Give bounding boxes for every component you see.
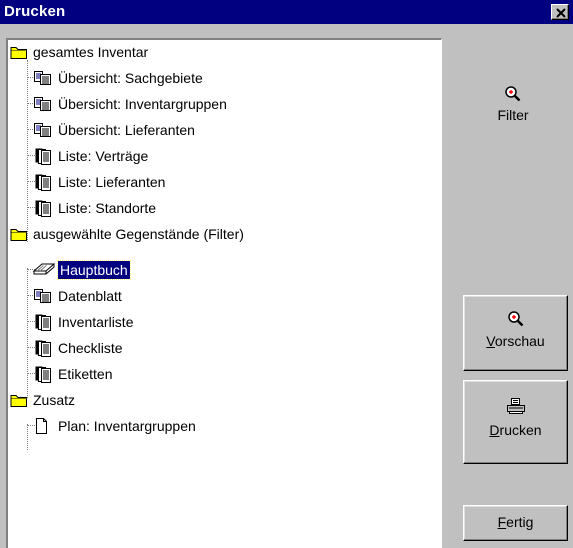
tree-item[interactable]: Checkliste <box>32 338 125 358</box>
page-icon <box>32 417 50 435</box>
tree-item-label: Datenblatt <box>58 288 122 304</box>
tree-item-label: Zusatz <box>33 392 76 408</box>
folder-icon <box>10 44 28 60</box>
filter-button[interactable]: Filter <box>478 84 548 123</box>
title-bar[interactable]: Drucken <box>0 0 573 24</box>
preview-label: Vorschau <box>464 333 567 349</box>
tree-item[interactable]: Liste: Lieferanten <box>32 172 167 192</box>
tree-item[interactable]: Inventarliste <box>32 312 135 332</box>
tree-item-label: Etiketten <box>58 366 113 382</box>
done-label: Fertig <box>498 514 534 530</box>
tree-folder-zusatz[interactable]: Zusatz <box>10 390 77 410</box>
report-icon <box>32 288 54 304</box>
tree-item-label: Übersicht: Sachgebiete <box>58 70 203 86</box>
tree-item[interactable]: Übersicht: Lieferanten <box>32 120 197 140</box>
tree-item-selected[interactable]: Hauptbuch <box>32 260 131 280</box>
preview-label-text: orschau <box>494 333 545 349</box>
tree-folder-ausgewaehlte-gegenstaende[interactable]: ausgewählte Gegenstände (Filter) <box>10 224 246 244</box>
tree-item[interactable]: Etiketten <box>32 364 114 384</box>
tree-item[interactable]: Plan: Inventargruppen <box>32 416 198 436</box>
tree-item[interactable]: Übersicht: Inventargruppen <box>32 94 229 114</box>
tree-item-label: Hauptbuch <box>57 260 131 280</box>
list-icon <box>32 199 54 217</box>
print-label-text: rucken <box>499 422 542 438</box>
tree-item[interactable]: Liste: Verträge <box>32 146 150 166</box>
report-icon <box>32 70 54 86</box>
book-icon <box>32 262 56 278</box>
done-label-text: ertig <box>506 514 534 530</box>
print-label: Drucken <box>464 422 567 438</box>
window-title: Drucken <box>4 3 66 20</box>
folder-icon <box>10 392 28 408</box>
tree-item-label: Liste: Standorte <box>58 200 157 216</box>
filter-label: Filter <box>497 107 529 123</box>
tree-item-label: Checkliste <box>58 340 123 356</box>
close-icon <box>556 8 566 18</box>
tree-item-label: Inventarliste <box>58 314 134 330</box>
tree-item-label: Plan: Inventargruppen <box>58 418 196 434</box>
list-icon <box>32 339 54 357</box>
magnifier-icon <box>506 309 526 329</box>
folder-icon <box>10 226 28 242</box>
print-mnemonic: D <box>489 422 500 438</box>
preview-button[interactable]: Vorschau <box>463 295 568 371</box>
list-icon <box>32 173 54 191</box>
tree-item-label: ausgewählte Gegenstände (Filter) <box>33 226 244 242</box>
done-mnemonic: F <box>497 514 507 530</box>
print-dialog: Drucken gesamtes Inventar Übersicht: Sac… <box>0 0 573 548</box>
tree-item[interactable]: Übersicht: Sachgebiete <box>32 68 205 88</box>
printer-icon <box>505 396 527 416</box>
report-tree[interactable]: gesamtes Inventar Übersicht: Sachgebiete… <box>6 38 442 548</box>
tree-item-label: gesamtes Inventar <box>33 44 149 60</box>
tree-item[interactable]: Datenblatt <box>32 286 124 306</box>
tree-connector <box>27 60 28 242</box>
preview-mnemonic: V <box>486 333 495 349</box>
tree-item-label: Liste: Lieferanten <box>58 174 166 190</box>
tree-item-label: Liste: Verträge <box>58 148 149 164</box>
tree-item-label: Übersicht: Lieferanten <box>58 122 195 138</box>
list-icon <box>32 147 54 165</box>
tree-item-label: Übersicht: Inventargruppen <box>58 96 227 112</box>
tree-folder-gesamtes-inventar[interactable]: gesamtes Inventar <box>10 42 150 62</box>
magnifier-icon <box>503 84 523 104</box>
done-button[interactable]: Fertig <box>463 505 568 541</box>
list-icon <box>32 365 54 383</box>
report-icon <box>32 96 54 112</box>
print-button[interactable]: Drucken <box>463 380 568 464</box>
tree-item[interactable]: Liste: Standorte <box>32 198 158 218</box>
report-icon <box>32 122 54 138</box>
tree-connector <box>27 268 28 398</box>
tree-connector <box>27 424 28 450</box>
close-button[interactable] <box>551 4 569 20</box>
list-icon <box>32 313 54 331</box>
